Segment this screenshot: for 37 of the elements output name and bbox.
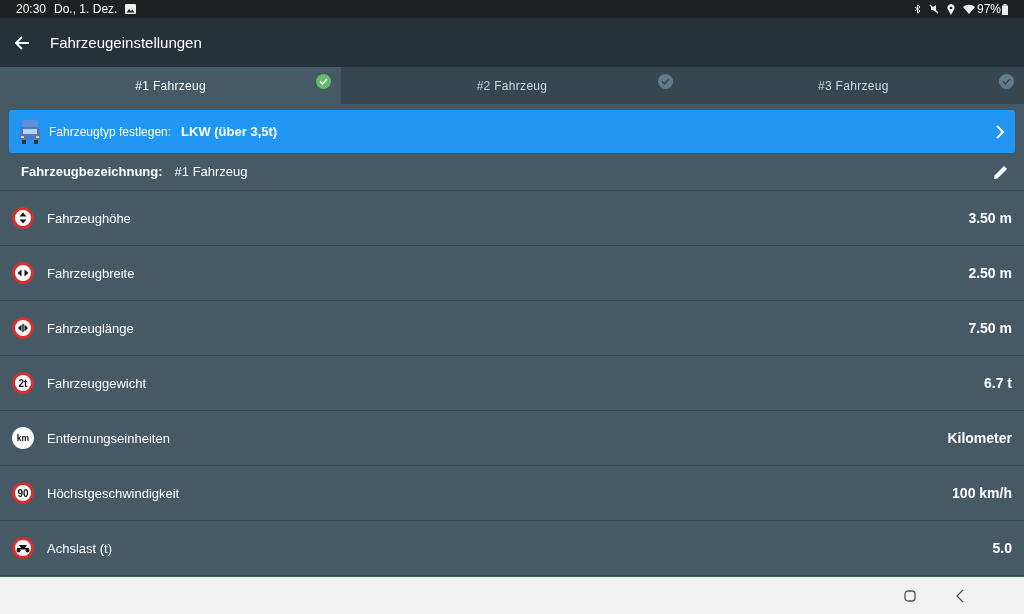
width-sign-icon bbox=[12, 262, 34, 284]
check-icon bbox=[657, 74, 673, 89]
road-sign-icon: 2t bbox=[12, 372, 34, 394]
battery-text: 97% bbox=[976, 2, 1001, 16]
setting-row[interactable]: Fahrzeughöhe 3.50 m bbox=[0, 191, 1024, 246]
back-nav-button[interactable] bbox=[956, 588, 964, 603]
height-sign-icon bbox=[12, 207, 34, 229]
wifi-icon bbox=[962, 4, 975, 14]
setting-row[interactable]: 90 Höchstgeschwindigkeit 100 km/h bbox=[0, 466, 1024, 521]
setting-row[interactable]: Achslast (t) 5.0 bbox=[0, 521, 1024, 576]
clock-text: 20:30 bbox=[16, 2, 47, 16]
setting-row[interactable]: km Entfernungseinheiten Kilometer bbox=[0, 411, 1024, 466]
axle-sign-icon bbox=[12, 537, 34, 559]
name-value: #1 Fahrzeug bbox=[174, 164, 248, 179]
home-button[interactable] bbox=[904, 589, 916, 602]
date-text: Do., 1. Dez. bbox=[54, 2, 118, 16]
vehicle-tab[interactable]: #3 Fahrzeug bbox=[682, 67, 1024, 104]
unit-sign-icon: km bbox=[12, 427, 34, 449]
length-sign-icon bbox=[12, 317, 34, 339]
screen-title: Fahrzeugeinstellungen bbox=[50, 34, 202, 51]
image-icon bbox=[125, 4, 137, 14]
bluetooth-icon bbox=[913, 4, 921, 14]
truck-icon bbox=[19, 118, 41, 145]
check-icon bbox=[316, 74, 332, 89]
check-icon bbox=[999, 74, 1014, 89]
location-icon bbox=[946, 3, 955, 15]
edit-button[interactable] bbox=[993, 163, 1009, 180]
chevron-icon bbox=[995, 124, 1005, 139]
setting-row[interactable]: Fahrzeuglänge 7.50 m bbox=[0, 301, 1024, 356]
setting-row[interactable]: Fahrzeugbreite 2.50 m bbox=[0, 246, 1024, 301]
battery-icon bbox=[1002, 3, 1008, 15]
vehicle-tab[interactable]: #2 Fahrzeug bbox=[341, 67, 683, 104]
road-sign-icon: 90 bbox=[12, 482, 34, 504]
back-button[interactable] bbox=[14, 34, 30, 51]
setting-row[interactable]: 2t Fahrzeuggewicht 6.7 t bbox=[0, 356, 1024, 411]
mute-icon bbox=[928, 4, 939, 14]
name-label: Fahrzeugbezeichnung: bbox=[21, 164, 163, 179]
